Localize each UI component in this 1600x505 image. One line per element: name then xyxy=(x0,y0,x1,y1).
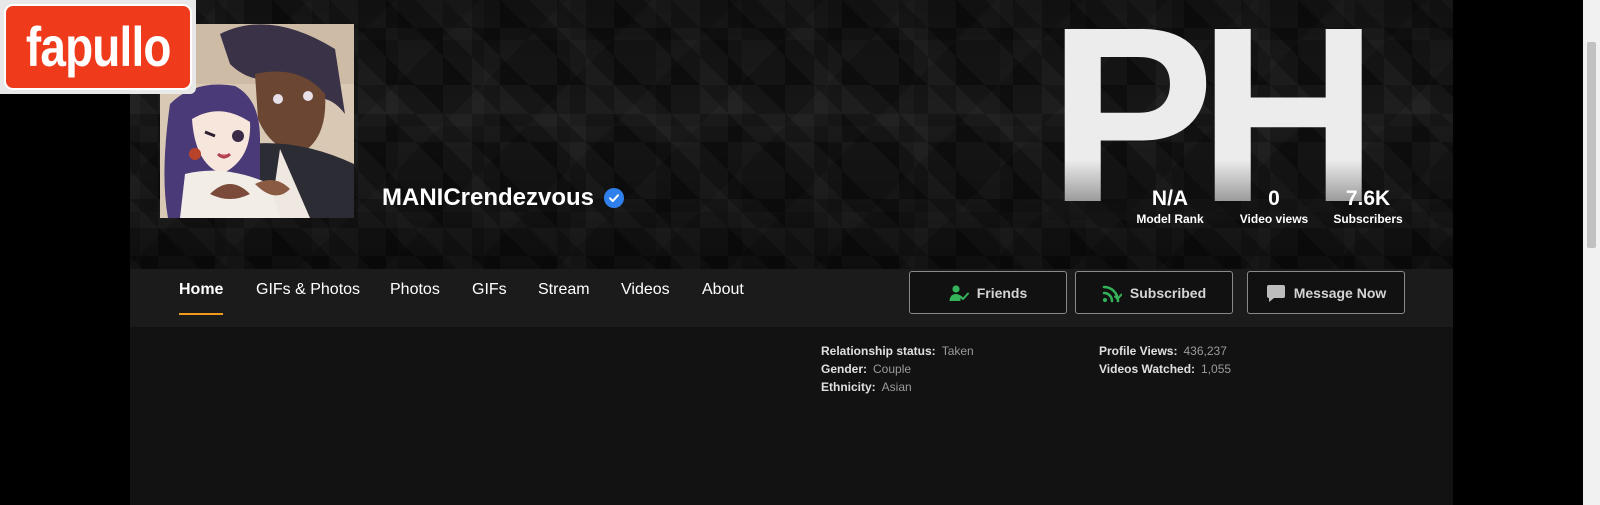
tab-gifs[interactable]: GIFs xyxy=(472,281,507,309)
stat-video-views: 0 Video views xyxy=(1234,186,1314,226)
profile-main: P H MANICrendezvous N/A Model Rank 0 Vid… xyxy=(130,0,1453,505)
tab-home[interactable]: Home xyxy=(179,281,224,315)
stat-label: Model Rank xyxy=(1136,212,1204,226)
stat-model-rank: N/A Model Rank xyxy=(1130,186,1210,226)
info-row-relationship: Relationship status: Taken xyxy=(821,344,974,358)
profile-info-left: Relationship status: Taken Gender: Couple … xyxy=(821,342,974,396)
friends-label: Friends xyxy=(976,284,1028,301)
fapullo-watermark: fapullo xyxy=(0,0,196,94)
scrollbar-thumb[interactable] xyxy=(1587,42,1596,248)
tab-gifs-photos[interactable]: GIFs & Photos xyxy=(256,281,360,309)
tab-photos[interactable]: Photos xyxy=(390,281,440,309)
fapullo-logo-text: fapullo xyxy=(25,15,172,78)
friends-button[interactable]: Friends xyxy=(909,271,1067,314)
info-row-profile-views: Profile Views: 436,237 xyxy=(1099,344,1227,358)
info-row-videos-watched: Videos Watched: 1,055 xyxy=(1099,362,1232,376)
chat-bubble-icon xyxy=(1266,284,1285,302)
stat-subscribers: 7.6K Subscribers xyxy=(1328,186,1408,226)
stat-value: 0 xyxy=(1268,187,1280,210)
rss-icon xyxy=(1102,285,1122,302)
tab-videos[interactable]: Videos xyxy=(621,281,670,309)
stat-value: 7.6K xyxy=(1345,187,1391,210)
profile-info-right: Profile Views: 436,237 Videos Watched: 1,0… xyxy=(1099,342,1231,378)
profile-stats: N/A Model Rank 0 Video views 7.6K Subscr… xyxy=(1130,186,1420,236)
page: P H MANICrendezvous N/A Model Rank 0 Vid… xyxy=(0,0,1600,505)
cover-banner: P H MANICrendezvous N/A Model Rank 0 Vid… xyxy=(130,0,1453,269)
message-now-button[interactable]: Message Now xyxy=(1247,271,1405,314)
page-scrollbar[interactable] xyxy=(1583,0,1600,505)
verified-check-icon xyxy=(604,188,625,208)
tab-stream[interactable]: Stream xyxy=(538,281,590,309)
message-now-label: Message Now xyxy=(1293,284,1387,301)
profile-name-block: MANICrendezvous xyxy=(382,184,625,212)
subscribed-label: Subscribed xyxy=(1129,284,1207,301)
stat-label: Subscribers xyxy=(1333,212,1403,226)
info-row-gender: Gender: Couple xyxy=(821,362,912,376)
info-row-ethnicity: Ethnicity: Asian xyxy=(821,380,912,394)
stat-label: Video views xyxy=(1239,212,1309,226)
friend-check-icon xyxy=(949,284,969,301)
subscribed-button[interactable]: Subscribed xyxy=(1075,271,1233,314)
stat-value: N/A xyxy=(1151,187,1189,210)
profile-nav: Home GIFs & Photos Photos GIFs Stream Vi… xyxy=(130,269,1453,327)
tab-about[interactable]: About xyxy=(702,281,744,309)
profile-name: MANICrendezvous xyxy=(382,184,595,211)
